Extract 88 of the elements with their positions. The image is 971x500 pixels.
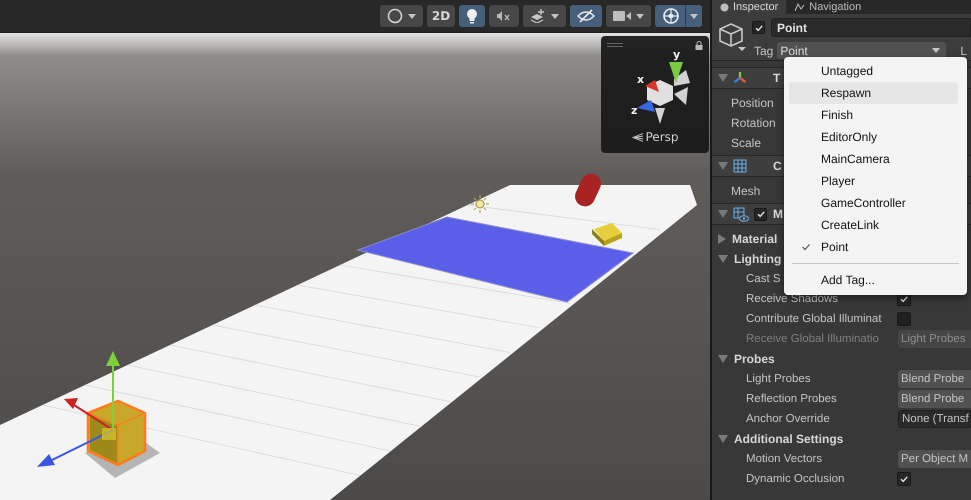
- component-checkbox[interactable]: [754, 208, 767, 220]
- axis-label: y: [673, 50, 680, 61]
- camera-icon: [613, 10, 631, 22]
- panel-tab[interactable]: Navigation: [786, 0, 870, 14]
- component-title: C: [773, 159, 782, 173]
- property-label: Reflection Probes: [746, 393, 837, 405]
- grid-icon: [733, 159, 747, 173]
- component-title: T: [773, 71, 780, 85]
- property-label: Rotation: [731, 116, 776, 130]
- property-label: Scale: [731, 136, 762, 150]
- gizmos-button[interactable]: [655, 5, 702, 27]
- sphere-icon: [387, 8, 403, 24]
- menu-item[interactable]: EditorOnly: [789, 126, 958, 148]
- camera-button[interactable]: [606, 5, 651, 27]
- section-foldout[interactable]: Material: [718, 232, 778, 246]
- move-gizmo[interactable]: [37, 351, 120, 467]
- cube-icon[interactable]: [717, 21, 747, 53]
- tag-label: Tag: [754, 44, 774, 58]
- menu-item[interactable]: MainCamera: [789, 148, 958, 170]
- menu-item[interactable]: GameController: [789, 192, 958, 214]
- perspective-icon: [632, 132, 642, 142]
- axis-label: x: [637, 73, 644, 86]
- menu-item[interactable]: Player: [789, 170, 958, 192]
- property-label: Light Probes: [746, 373, 811, 385]
- component-title: M: [773, 207, 783, 221]
- foldout-icon[interactable]: [718, 162, 728, 170]
- axis-cone[interactable]: [669, 62, 683, 83]
- menu-item[interactable]: CreateLink: [789, 214, 958, 236]
- gizmo-sphere-icon: [662, 7, 680, 25]
- property-label: Cast S: [746, 273, 781, 285]
- check-icon: [899, 474, 909, 484]
- section-foldout[interactable]: Additional Settings: [718, 432, 844, 446]
- small-cube: [592, 223, 622, 246]
- check-icon: [756, 209, 766, 219]
- menu-item[interactable]: Respawn: [789, 82, 958, 104]
- hidden-eye-icon: [577, 9, 595, 23]
- property-checkbox[interactable]: [897, 472, 911, 486]
- object-field[interactable]: None (Transf: [898, 410, 971, 428]
- panel-tab[interactable]: Inspector: [712, 0, 786, 14]
- menu-item[interactable]: Point: [789, 236, 958, 258]
- axis-cone[interactable]: [655, 108, 665, 124]
- foldout-icon[interactable]: [718, 210, 728, 218]
- shading-button[interactable]: [380, 5, 423, 27]
- axis-cone[interactable]: [637, 100, 655, 112]
- 2d-toggle-button[interactable]: 2D: [427, 5, 455, 27]
- audio-button[interactable]: [489, 5, 519, 27]
- foldout-icon[interactable]: [718, 74, 728, 82]
- property-checkbox[interactable]: [897, 312, 911, 326]
- light-icon: [470, 194, 490, 214]
- axis-gizmo[interactable]: y x z: [615, 50, 695, 126]
- section-foldout[interactable]: Lighting: [718, 252, 782, 266]
- transform-icon: [733, 71, 747, 85]
- dropdown-field[interactable]: Blend Probe: [898, 390, 971, 408]
- effects-icon: [530, 9, 546, 23]
- property-label: Receive Global Illuminatio: [746, 333, 879, 345]
- info-icon: [720, 2, 729, 12]
- grid-eye-icon: [733, 206, 749, 222]
- effects-button[interactable]: [523, 5, 566, 27]
- property-label: Contribute Global Illuminat: [746, 313, 882, 325]
- dropdown-field[interactable]: Blend Probe: [898, 370, 971, 388]
- lock-icon[interactable]: [695, 40, 703, 50]
- property-label: Motion Vectors: [746, 453, 822, 465]
- lightbulb-icon: [466, 8, 478, 24]
- navigation-icon: [794, 2, 806, 12]
- menu-item[interactable]: Untagged: [789, 60, 958, 82]
- active-checkbox[interactable]: [752, 21, 765, 34]
- muted-speaker-icon: [496, 9, 512, 23]
- property-label: Mesh: [731, 184, 760, 198]
- axis-cone[interactable]: [645, 80, 659, 92]
- caret-icon: [932, 48, 940, 53]
- layer-label: L: [960, 44, 968, 58]
- dropdown-field[interactable]: Per Object M: [898, 450, 971, 468]
- menu-item[interactable]: Add Tag...: [789, 269, 958, 291]
- menu-item[interactable]: Finish: [789, 104, 958, 126]
- axis-label: z: [631, 104, 638, 117]
- selected-cube[interactable]: [86, 400, 146, 466]
- property-label: Anchor Override: [746, 413, 830, 425]
- drag-handle-icon[interactable]: [607, 43, 623, 47]
- check-icon: [899, 294, 909, 304]
- axis-cone[interactable]: [674, 70, 690, 86]
- property-label: Position: [731, 96, 774, 110]
- section-foldout[interactable]: Probes: [718, 352, 775, 366]
- visibility-button[interactable]: [570, 5, 602, 27]
- check-icon: [754, 22, 764, 32]
- projection-label[interactable]: Persp: [646, 130, 678, 144]
- lighting-button[interactable]: [459, 5, 485, 27]
- name-field[interactable]: Point: [771, 18, 971, 37]
- property-label: Dynamic Occlusion: [746, 473, 844, 485]
